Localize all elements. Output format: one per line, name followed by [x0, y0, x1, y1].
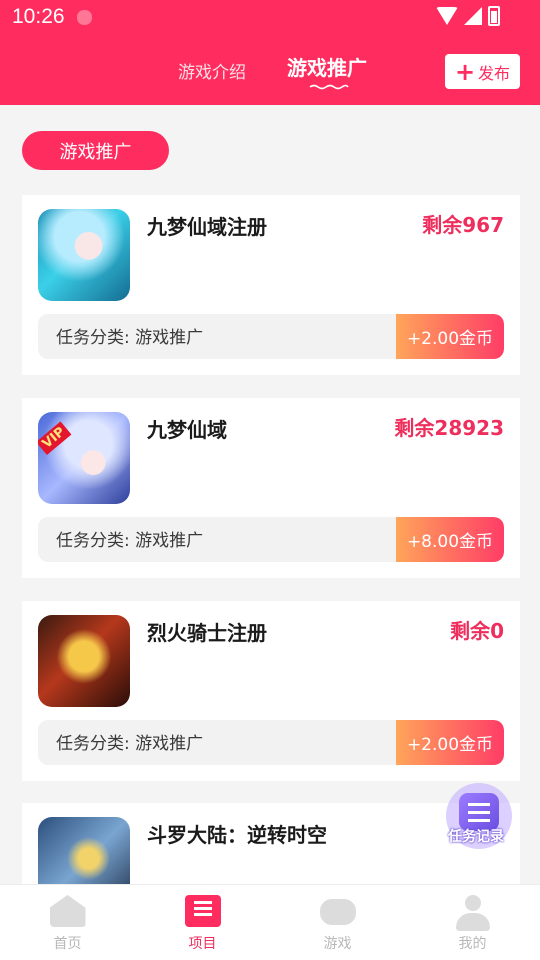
wifi-icon	[436, 7, 458, 25]
task-reward-button[interactable]: +8.00金币	[396, 517, 504, 562]
publish-label: 发布	[478, 63, 511, 83]
task-card[interactable]: VIP 九梦仙域 剩余28923 任务分类: 游戏推广 +8.00金币	[22, 398, 520, 578]
signal-icon	[464, 7, 482, 25]
task-category: 任务分类: 游戏推广	[56, 328, 204, 348]
battery-icon	[488, 6, 500, 26]
task-reward-button[interactable]: +2.00金币	[396, 314, 504, 359]
bottom-nav-project[interactable]: 项目	[135, 885, 270, 960]
tab-game-intro[interactable]: 游戏介绍	[178, 58, 246, 83]
task-title: 九梦仙域注册	[147, 215, 267, 239]
vip-badge: VIP	[38, 421, 72, 456]
status-bar: 10:26	[0, 0, 540, 36]
status-time: 10:26	[12, 5, 65, 28]
bottom-nav-label: 游戏	[323, 936, 352, 952]
task-title: 九梦仙域	[147, 418, 227, 442]
task-remaining: 剩余967	[422, 213, 504, 237]
plus-icon: +	[454, 57, 476, 86]
bottom-nav-label: 项目	[188, 936, 217, 952]
game-thumbnail: VIP	[38, 412, 130, 504]
gamepad-icon	[319, 899, 356, 925]
bottom-nav-game[interactable]: 游戏	[270, 885, 405, 960]
task-category-row: 任务分类: 游戏推广 +8.00金币	[38, 517, 504, 562]
task-category-row: 任务分类: 游戏推广 +2.00金币	[38, 720, 504, 765]
task-category-row: 任务分类: 游戏推广 +2.00金币	[38, 314, 504, 359]
tab-game-promotion[interactable]: 游戏推广	[287, 52, 367, 81]
task-title: 烈火骑士注册	[147, 621, 267, 645]
active-tab-indicator	[309, 84, 349, 90]
shield-icon	[77, 10, 92, 25]
task-category: 任务分类: 游戏推广	[56, 531, 204, 551]
task-record-label[interactable]: 任务记录	[448, 826, 504, 846]
task-card[interactable]: 九梦仙域注册 剩余967 任务分类: 游戏推广 +2.00金币	[22, 195, 520, 375]
game-thumbnail	[38, 615, 130, 707]
task-reward-button[interactable]: +2.00金币	[396, 720, 504, 765]
bottom-nav-mine[interactable]: 我的	[405, 885, 540, 960]
game-thumbnail	[38, 209, 130, 301]
task-remaining: 剩余0	[450, 619, 504, 643]
task-card[interactable]: 烈火骑士注册 剩余0 任务分类: 游戏推广 +2.00金币	[22, 601, 520, 781]
top-nav: 游戏介绍 游戏推广 + 发布	[0, 36, 540, 105]
project-icon	[184, 895, 221, 927]
bottom-nav: 首页 项目 游戏 我的	[0, 884, 540, 960]
bottom-nav-label: 我的	[458, 936, 487, 952]
section-title-pill: 游戏推广	[22, 131, 169, 170]
user-icon	[455, 895, 490, 931]
task-title: 斗罗大陆：逆转时空	[147, 823, 327, 847]
task-category: 任务分类: 游戏推广	[56, 734, 204, 754]
task-remaining: 剩余28923	[394, 416, 504, 440]
home-icon	[49, 895, 86, 927]
status-icons	[436, 6, 500, 26]
bottom-nav-label: 首页	[53, 936, 82, 952]
publish-button[interactable]: + 发布	[445, 54, 520, 89]
bottom-nav-home[interactable]: 首页	[0, 885, 135, 960]
